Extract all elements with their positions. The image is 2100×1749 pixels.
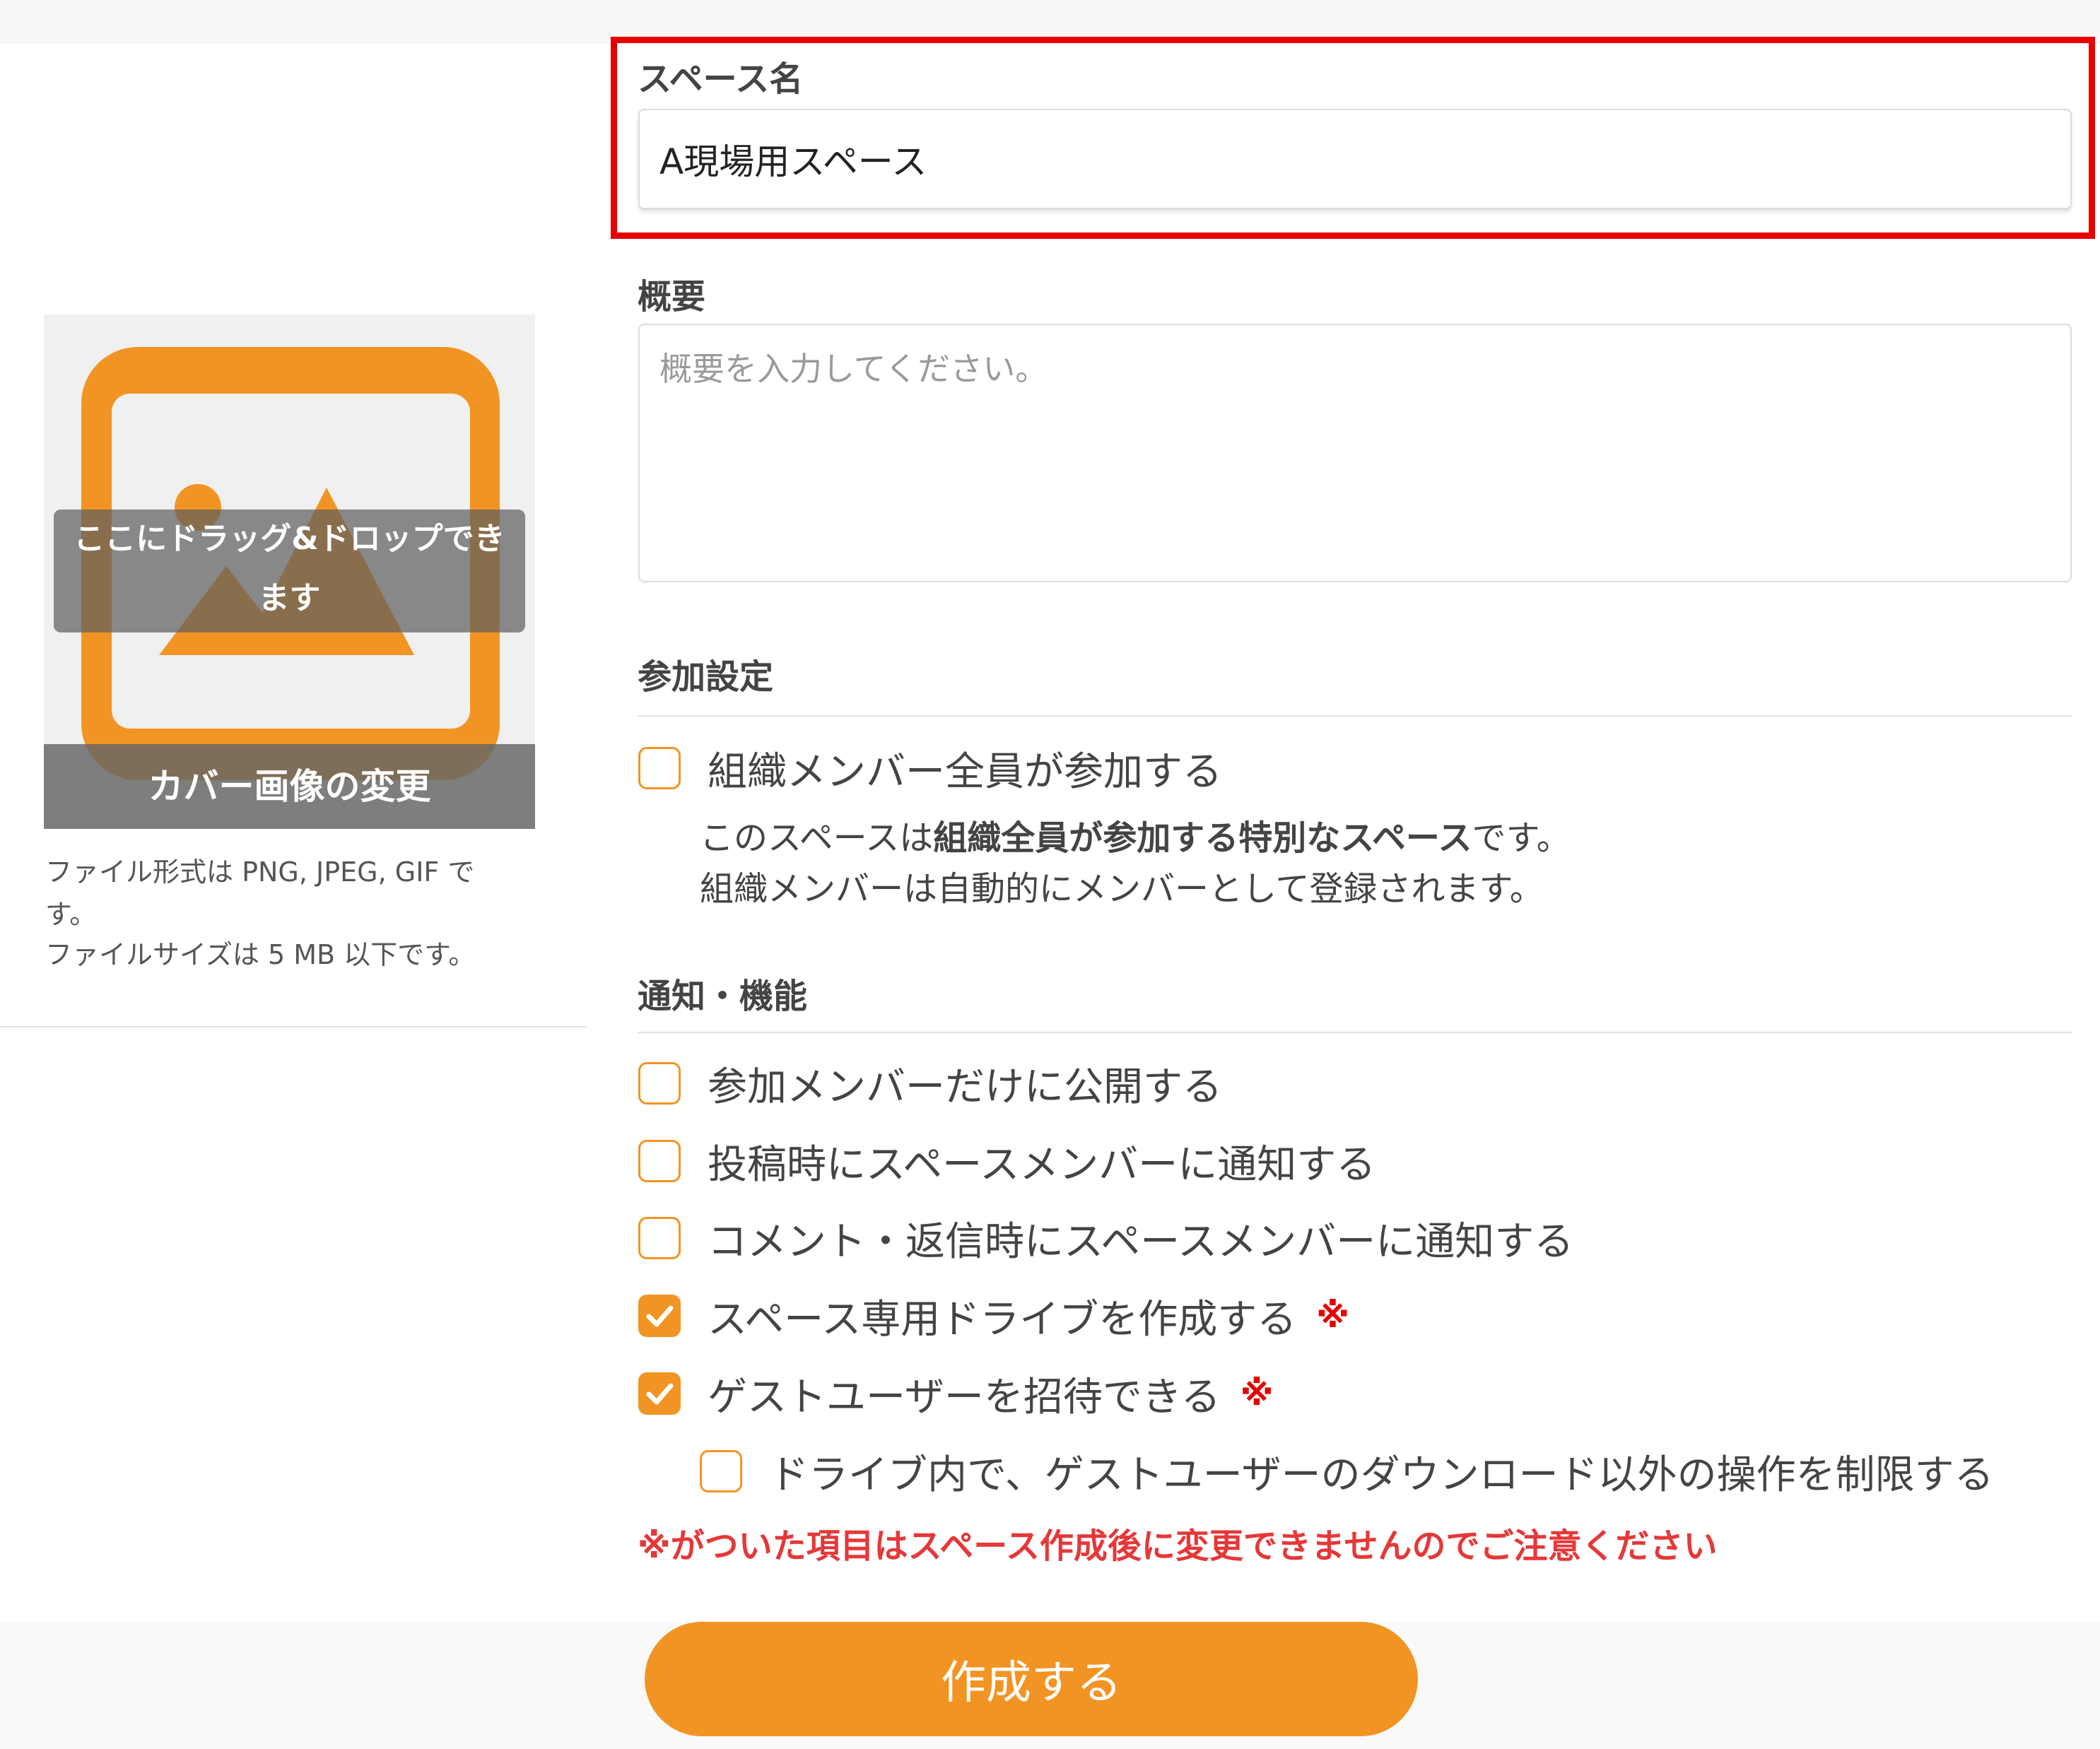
- option-notify-post[interactable]: 投稿時にスペースメンバーに通知する: [638, 1136, 1375, 1188]
- desc-prefix: このスペースは: [700, 818, 934, 858]
- left-divider: [0, 1026, 587, 1027]
- all-members-checkbox[interactable]: [638, 747, 681, 789]
- features-heading: 通知・機能: [638, 977, 808, 1016]
- option-label: 投稿時にスペースメンバーに通知する: [708, 1141, 1376, 1188]
- overview-label: 概要: [638, 277, 706, 317]
- file-format-note: ファイル形式は PNG, JPEG, GIF で: [45, 856, 475, 888]
- option-label: ゲストユーザーを招待できる: [708, 1374, 1221, 1420]
- option-create-drive[interactable]: スペース専用ドライブを作成する ※: [638, 1291, 1349, 1343]
- participation-description-line2: 組織メンバーは自動的にメンバーとして登録されます。: [700, 869, 1544, 909]
- checkbox[interactable]: [638, 1062, 681, 1105]
- warning-note: ※がついた項目はスペース作成後に変更できませんのでご注意ください: [638, 1526, 1718, 1566]
- option-invite-guests[interactable]: ゲストユーザーを招待できる ※: [638, 1369, 1274, 1420]
- section-divider: [638, 715, 2072, 717]
- checkbox[interactable]: [638, 1217, 681, 1259]
- option-members-only[interactable]: 参加メンバーだけに公開する: [638, 1059, 1222, 1110]
- file-format-note-cont: す。: [45, 899, 97, 930]
- section-divider: [638, 1032, 2072, 1033]
- check-icon: [646, 1305, 674, 1327]
- option-restrict-guest-drive[interactable]: ドライブ内で、ゲストユーザーのダウンロード以外の操作を制限する: [700, 1447, 1994, 1498]
- checkbox-checked[interactable]: [638, 1372, 681, 1415]
- space-name-input[interactable]: [638, 109, 2072, 209]
- change-cover-button[interactable]: カバー画像の変更: [44, 744, 535, 829]
- create-button[interactable]: 作成する: [645, 1622, 1418, 1736]
- all-members-label: 組織メンバー全員が参加する: [708, 748, 1222, 795]
- cover-image-dropzone[interactable]: ここにドラッグ&ドロップできます カバー画像の変更: [44, 314, 535, 829]
- option-label: スペース専用ドライブを作成する: [708, 1296, 1297, 1343]
- desc-bold: 組織全員が参加する特別なスペース: [933, 818, 1472, 858]
- file-size-note: ファイルサイズは 5 MB 以下です。: [45, 939, 476, 970]
- required-mark: ※: [1240, 1374, 1274, 1413]
- participation-description: このスペースは組織全員が参加する特別なスペースです。: [700, 810, 1571, 859]
- option-label: コメント・返信時にスペースメンバーに通知する: [708, 1218, 1574, 1265]
- desc-suffix: です。: [1472, 818, 1571, 858]
- space-name-label: スペース名: [638, 59, 804, 99]
- checkbox[interactable]: [700, 1450, 742, 1492]
- check-icon: [646, 1383, 674, 1405]
- option-notify-comment[interactable]: コメント・返信時にスペースメンバーに通知する: [638, 1213, 1573, 1265]
- participation-heading: 参加設定: [638, 657, 774, 697]
- option-label: ドライブ内で、ゲストユーザーのダウンロード以外の操作を制限する: [769, 1451, 1994, 1498]
- required-mark: ※: [1316, 1296, 1349, 1336]
- drop-hint: ここにドラッグ&ドロップできます: [54, 510, 525, 632]
- checkbox[interactable]: [638, 1140, 681, 1182]
- all-members-option[interactable]: 組織メンバー全員が参加する: [638, 743, 1222, 795]
- overview-textarea[interactable]: [638, 324, 2072, 582]
- option-label: 参加メンバーだけに公開する: [708, 1064, 1222, 1110]
- checkbox-checked[interactable]: [638, 1295, 681, 1337]
